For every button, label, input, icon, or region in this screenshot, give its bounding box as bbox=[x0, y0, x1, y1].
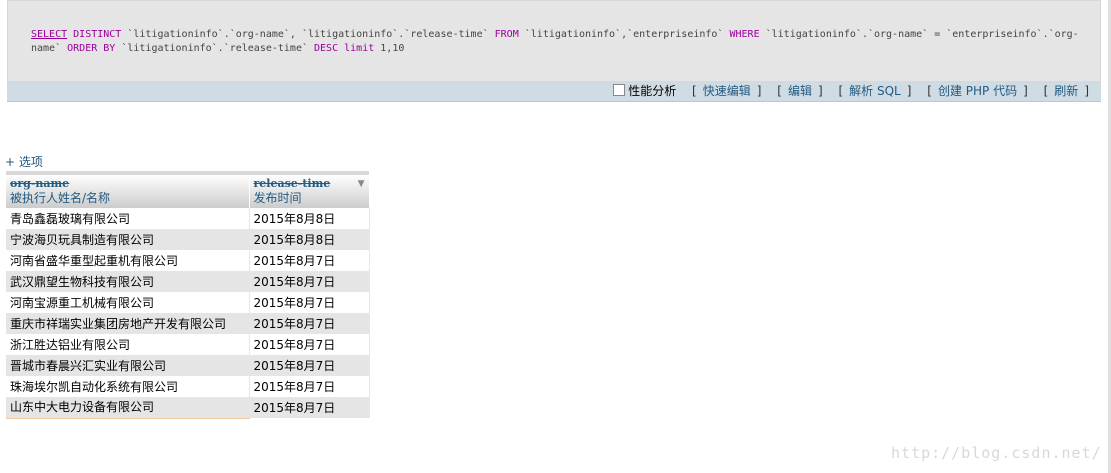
sort-desc-icon[interactable]: ▼ bbox=[358, 179, 365, 189]
table-row[interactable]: 宁波海贝玩具制造有限公司 2015年8月8日 bbox=[6, 229, 370, 250]
cell-org-name[interactable]: 珠海埃尔凯自动化系统有限公司 bbox=[6, 376, 250, 397]
sql-token: WHERE bbox=[729, 29, 760, 40]
query-toolbar: 性能分析 [快速编辑] [编辑] [解析 SQL] [创建 PHP 代码] [刷… bbox=[7, 82, 1101, 102]
sql-token: `litigationinfo`.`release-time` bbox=[121, 43, 308, 54]
cell-org-name[interactable]: 山东中大电力设备有限公司 bbox=[6, 397, 250, 419]
options-toggle[interactable]: + 选项 bbox=[5, 153, 43, 170]
table-row[interactable]: 晋城市春晨兴汇实业有限公司 2015年8月7日 bbox=[6, 355, 370, 376]
watermark: http://blog.csdn.net/ bbox=[891, 444, 1102, 462]
cell-release-time[interactable]: 2015年8月7日 bbox=[249, 250, 370, 271]
sql-token: `litigationinfo`.`org-name` bbox=[127, 29, 290, 40]
table-row[interactable]: 山东中大电力设备有限公司 2015年8月7日 bbox=[6, 397, 370, 419]
explain-sql-link[interactable]: 解析 SQL bbox=[849, 84, 901, 98]
sql-token: FROM bbox=[494, 29, 519, 40]
cell-release-time[interactable]: 2015年8月8日 bbox=[249, 229, 370, 250]
sql-token: = bbox=[928, 29, 947, 40]
cell-release-time[interactable]: 2015年8月7日 bbox=[249, 271, 370, 292]
cell-release-time[interactable]: 2015年8月8日 bbox=[249, 208, 370, 229]
results-table-wrap: org-name 被执行人姓名/名称 ▼ release-time 发布时间 青… bbox=[6, 171, 370, 419]
sql-token: `litigationinfo`.`release-time` bbox=[301, 29, 489, 40]
column-name[interactable]: release-time bbox=[254, 177, 365, 191]
cell-org-name[interactable]: 浙江胜达铝业有限公司 bbox=[6, 334, 250, 355]
sql-token: DISTINCT bbox=[73, 29, 122, 40]
table-row[interactable]: 武汉鼎望生物科技有限公司 2015年8月7日 bbox=[6, 271, 370, 292]
column-header-release-time[interactable]: ▼ release-time 发布时间 bbox=[249, 175, 370, 208]
sql-query-box: SELECT DISTINCT `litigationinfo`.`org-na… bbox=[7, 0, 1101, 82]
cell-org-name[interactable]: 武汉鼎望生物科技有限公司 bbox=[6, 271, 250, 292]
table-row[interactable]: 浙江胜达铝业有限公司 2015年8月7日 bbox=[6, 334, 370, 355]
cell-release-time[interactable]: 2015年8月7日 bbox=[249, 355, 370, 376]
edit-link[interactable]: 编辑 bbox=[788, 84, 812, 98]
inline-edit-link[interactable]: 快速编辑 bbox=[703, 84, 751, 98]
cell-release-time[interactable]: 2015年8月7日 bbox=[249, 313, 370, 334]
profiling-label: 性能分析 bbox=[628, 84, 677, 98]
table-row[interactable]: 珠海埃尔凯自动化系统有限公司 2015年8月7日 bbox=[6, 376, 370, 397]
table-row[interactable]: 青岛鑫磊玻璃有限公司 2015年8月8日 bbox=[6, 208, 370, 229]
results-table-body: 青岛鑫磊玻璃有限公司 2015年8月8日 宁波海贝玩具制造有限公司 2015年8月8日… bbox=[6, 208, 370, 419]
column-comment: 发布时间 bbox=[253, 191, 302, 205]
table-row[interactable]: 重庆市祥瑞实业集团房地产开发有限公司 2015年8月7日 bbox=[6, 313, 370, 334]
cell-org-name[interactable]: 重庆市祥瑞实业集团房地产开发有限公司 bbox=[6, 313, 250, 334]
sql-query-text: SELECT DISTINCT `litigationinfo`.`org-na… bbox=[31, 28, 1081, 56]
sql-token: DESC bbox=[314, 43, 339, 54]
table-row[interactable]: 河南省盛华重型起重机有限公司 2015年8月7日 bbox=[6, 250, 370, 271]
cell-org-name[interactable]: 晋城市春晨兴汇实业有限公司 bbox=[6, 355, 250, 376]
cell-org-name[interactable]: 宁波海贝玩具制造有限公司 bbox=[6, 229, 250, 250]
cell-release-time[interactable]: 2015年8月7日 bbox=[249, 397, 370, 418]
cell-release-time[interactable]: 2015年8月7日 bbox=[249, 292, 370, 313]
sql-token: limit bbox=[344, 43, 375, 54]
sql-token: `litigationinfo` bbox=[524, 29, 622, 40]
column-name[interactable]: org-name bbox=[10, 177, 245, 191]
column-header-org-name[interactable]: org-name 被执行人姓名/名称 bbox=[6, 175, 250, 208]
profiling-checkbox[interactable] bbox=[613, 84, 626, 96]
sql-token: , bbox=[289, 29, 302, 40]
refresh-link[interactable]: 刷新 bbox=[1054, 84, 1078, 98]
sql-token: SELECT bbox=[31, 29, 68, 40]
sql-token: `litigationinfo`.`org-name` bbox=[765, 29, 929, 40]
cell-org-name[interactable]: 青岛鑫磊玻璃有限公司 bbox=[6, 208, 250, 229]
cell-release-time[interactable]: 2015年8月7日 bbox=[249, 376, 370, 397]
create-php-code-link[interactable]: 创建 PHP 代码 bbox=[938, 84, 1017, 98]
sql-token: `enterpriseinfo` bbox=[627, 29, 724, 40]
results-table: org-name 被执行人姓名/名称 ▼ release-time 发布时间 青… bbox=[6, 175, 370, 419]
cell-org-name[interactable]: 河南宝源重工机械有限公司 bbox=[6, 292, 250, 313]
cell-org-name[interactable]: 河南省盛华重型起重机有限公司 bbox=[6, 250, 250, 271]
cell-release-time[interactable]: 2015年8月7日 bbox=[249, 334, 370, 355]
column-comment: 被执行人姓名/名称 bbox=[10, 191, 111, 205]
sql-token: 1,10 bbox=[380, 43, 405, 54]
sql-token: ORDER BY bbox=[67, 43, 116, 54]
table-row[interactable]: 河南宝源重工机械有限公司 2015年8月7日 bbox=[6, 292, 370, 313]
